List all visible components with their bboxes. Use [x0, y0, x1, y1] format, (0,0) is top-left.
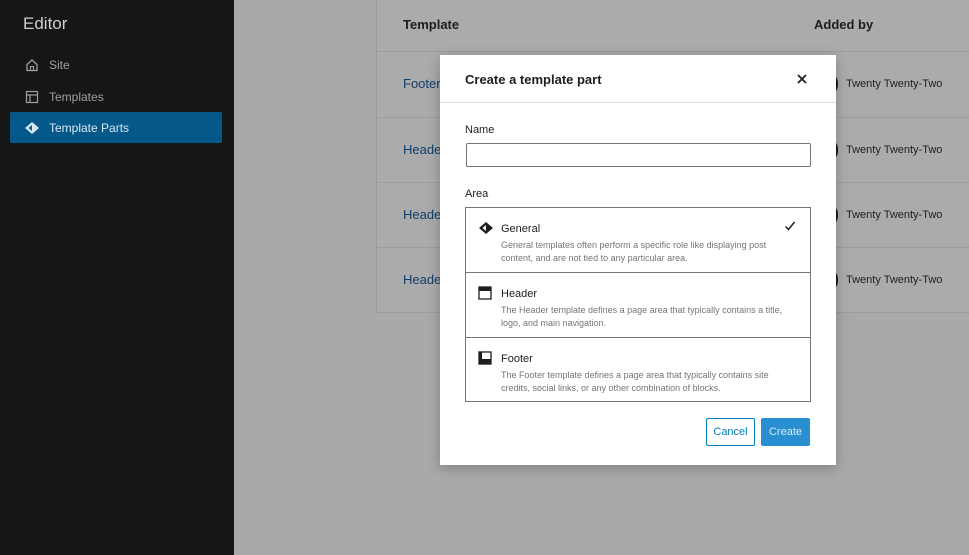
- area-options: General General templates often perform …: [465, 207, 811, 402]
- layout-icon: [24, 89, 40, 105]
- column-header-template: Template: [403, 17, 460, 32]
- area-option-description: The Footer template defines a page area …: [501, 370, 769, 393]
- area-option-description: General templates often perform a specif…: [501, 240, 767, 263]
- home-icon: [24, 57, 40, 73]
- author-name: Twenty Twenty-Two: [846, 78, 943, 90]
- sidebar-item-template-parts[interactable]: Template Parts: [10, 112, 222, 143]
- sidebar-title: Editor: [23, 14, 68, 33]
- area-option-title: General: [501, 223, 541, 235]
- create-button[interactable]: Create: [761, 418, 810, 446]
- sidebar-item-site[interactable]: Site: [10, 49, 222, 80]
- area-option-description: The Header template defines a page area …: [501, 305, 783, 328]
- name-label: Name: [465, 124, 495, 136]
- area-option-general[interactable]: General General templates often perform …: [466, 208, 810, 273]
- close-button[interactable]: [793, 70, 811, 88]
- sidebar-item-templates[interactable]: Templates: [10, 81, 222, 112]
- modal-header: Create a template part: [440, 55, 836, 103]
- area-option-title: Header: [501, 288, 538, 300]
- sidebar-item-label: Site: [49, 57, 70, 72]
- footer-layout-icon: [478, 351, 494, 367]
- column-header-added-by: Added by: [814, 17, 874, 32]
- close-icon: [797, 74, 807, 84]
- author-name: Twenty Twenty-Two: [846, 274, 943, 286]
- name-input[interactable]: [466, 143, 811, 167]
- cancel-button[interactable]: Cancel: [706, 418, 755, 446]
- author-name: Twenty Twenty-Two: [846, 209, 943, 221]
- header-layout-icon: [478, 286, 494, 302]
- sidebar-item-label: Templates: [49, 89, 104, 104]
- checkmark-icon: [784, 220, 798, 234]
- area-option-title: Footer: [501, 353, 533, 365]
- area-option-footer[interactable]: Footer The Footer template defines a pag…: [466, 338, 810, 403]
- area-option-header[interactable]: Header The Header template defines a pag…: [466, 273, 810, 338]
- author-name: Twenty Twenty-Two: [846, 144, 943, 156]
- template-link[interactable]: Footer: [403, 76, 441, 91]
- modal-title: Create a template part: [465, 72, 602, 87]
- create-template-part-modal: Create a template part Name Area General…: [440, 55, 836, 465]
- sidebar-item-label: Template Parts: [49, 120, 130, 135]
- area-label: Area: [465, 188, 489, 200]
- diamond-icon: [24, 120, 40, 136]
- diamond-icon: [478, 221, 494, 237]
- sidebar: Editor Site Templates Template Parts: [0, 0, 234, 555]
